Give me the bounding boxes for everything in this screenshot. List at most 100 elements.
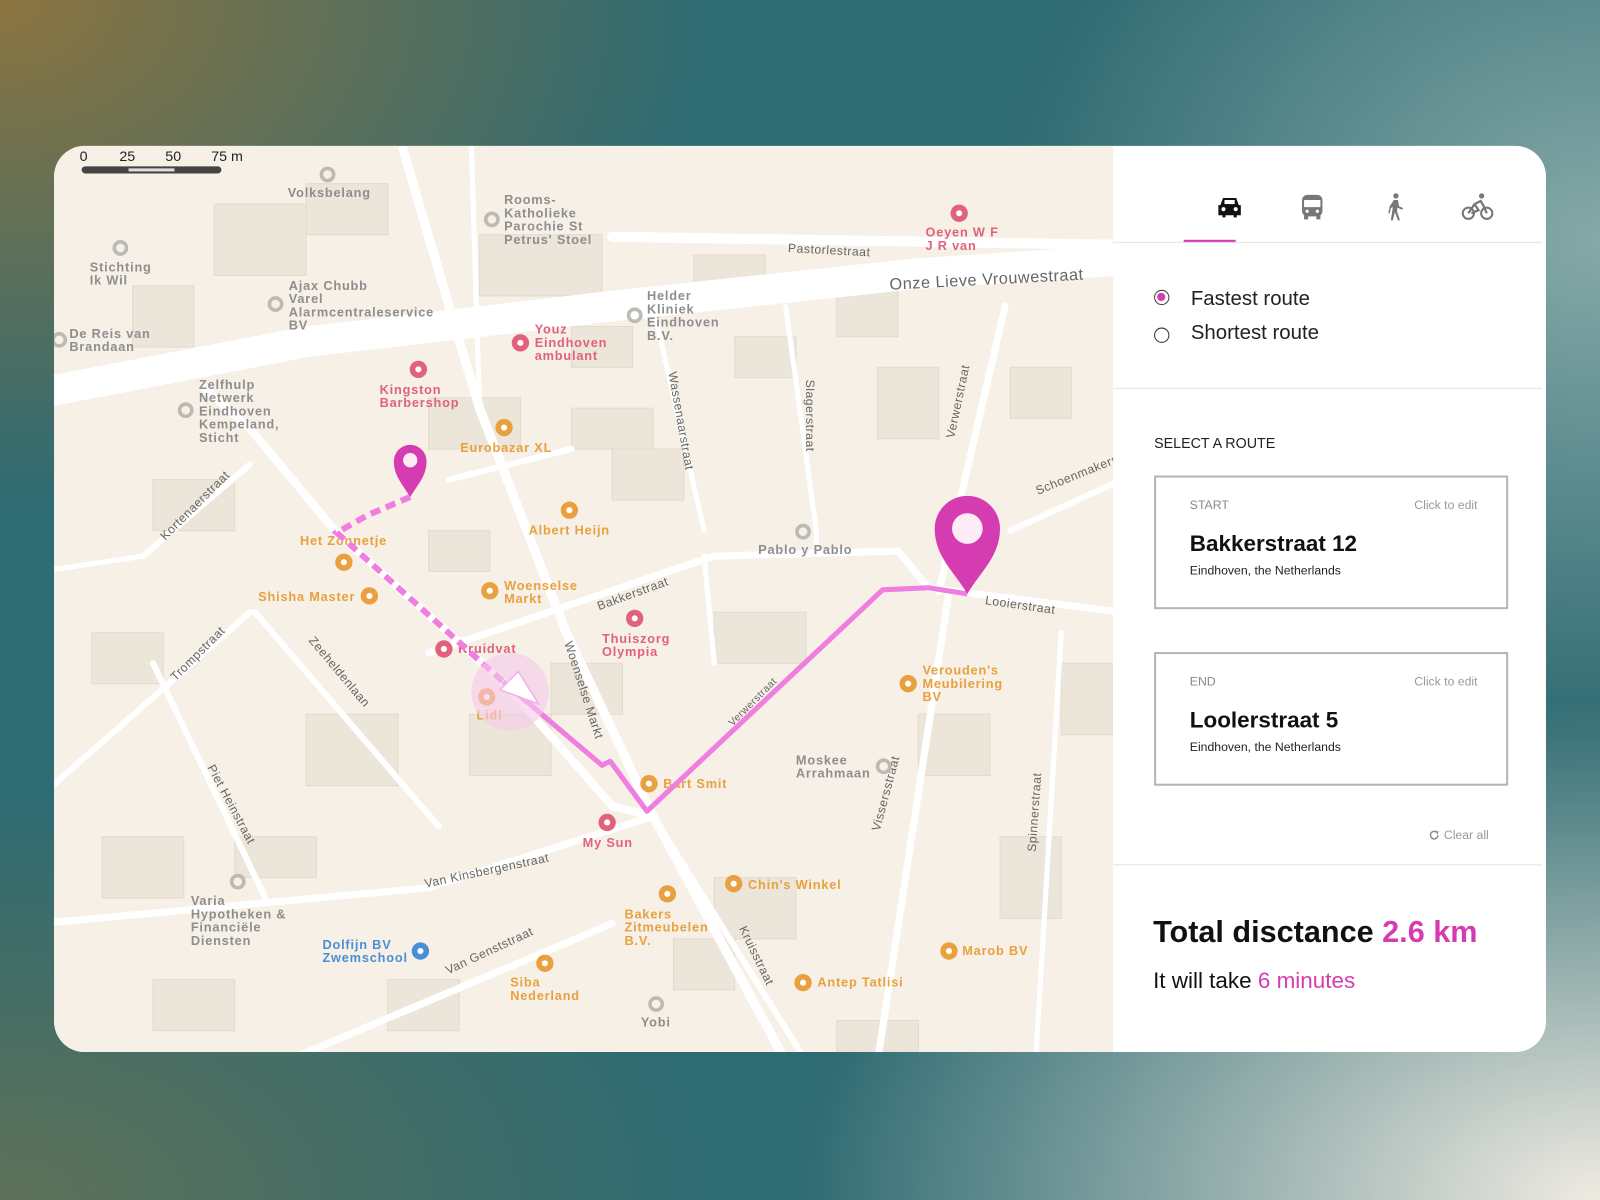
duration-value: 6 minutes xyxy=(1257,967,1356,993)
fastest-route-label[interactable]: Fastest route xyxy=(1191,288,1310,311)
place-icon xyxy=(648,996,665,1012)
divider xyxy=(1113,864,1542,866)
poi-glyph xyxy=(664,890,671,897)
building xyxy=(611,448,685,501)
end-subtitle: Eindhoven, the Netherlands xyxy=(1189,739,1341,755)
poi-glyph xyxy=(730,880,737,887)
tab-walk[interactable] xyxy=(1374,189,1415,226)
poi-marker[interactable]: Volksbelang xyxy=(288,166,371,200)
poi-label: Stichting Ik Wil xyxy=(90,259,152,287)
start-location-card[interactable]: START Click to edit Bakkerstraat 12 Eind… xyxy=(1154,475,1509,610)
poi-marker[interactable]: Pablo y Pablo xyxy=(758,523,852,558)
road xyxy=(54,553,146,573)
tab-bus[interactable] xyxy=(1292,189,1333,226)
scale-bar: 0 25 50 75 m xyxy=(80,149,243,174)
poi-marker[interactable]: Kingston Barbershop xyxy=(380,360,460,410)
poi-glyph xyxy=(566,507,573,514)
poi-marker[interactable]: Yobi xyxy=(641,996,671,1030)
section-title: SELECT A ROUTE xyxy=(1154,434,1276,452)
fastest-route-radio[interactable] xyxy=(1154,289,1170,306)
end-edit-link[interactable]: Click to edit xyxy=(1414,674,1477,688)
scale-tick: 50 xyxy=(165,149,181,165)
poi-glyph xyxy=(945,947,953,955)
start-subtitle: Eindhoven, the Netherlands xyxy=(1189,563,1341,578)
start-pin-icon[interactable] xyxy=(393,444,427,497)
road xyxy=(607,231,1114,250)
total-distance: Total disctance 2.6 km xyxy=(1153,915,1477,950)
poi-label: Zelfhulp Netwerk Eindhoven Kempeland, Sticht xyxy=(199,377,279,445)
end-location-card[interactable]: END Click to edit Loolerstraat 5 Eindhov… xyxy=(1154,652,1509,786)
poi-label: Chin's Winkel xyxy=(748,877,842,892)
poi-glyph xyxy=(486,587,493,594)
poi-marker[interactable]: Antep Tatlisi xyxy=(794,973,903,992)
route-planner-card: Onze Lieve Vrouwestraat Pastorlestraat Was… xyxy=(54,145,1546,1053)
route-panel: Fastest route Shortest route SELECT A RO… xyxy=(1113,145,1546,1053)
place-icon xyxy=(483,211,500,228)
end-key: END xyxy=(1189,674,1216,689)
street-label: Van Kinsbergenstraat xyxy=(423,851,550,891)
tab-bike[interactable] xyxy=(1457,189,1498,226)
map[interactable]: Onze Lieve Vrouwestraat Pastorlestraat Was… xyxy=(54,145,1114,1053)
poi-glyph xyxy=(645,780,653,787)
poi-glyph xyxy=(501,424,508,431)
refresh-icon xyxy=(1429,830,1439,840)
building xyxy=(713,611,807,664)
poi-marker[interactable]: De Reis van Brandaan xyxy=(54,326,151,354)
start-edit-link[interactable]: Click to edit xyxy=(1414,498,1477,512)
poi-label: Woenselse Markt xyxy=(504,578,578,606)
poi-label: Moskee Arrahmaan xyxy=(796,752,871,780)
shortest-route-radio[interactable] xyxy=(1154,327,1170,343)
poi-marker[interactable]: Shisha Master xyxy=(258,587,379,605)
clear-all-button[interactable]: Clear all xyxy=(1429,828,1489,842)
street-label: Van Genststraat xyxy=(443,924,535,977)
scale-tick: 0 xyxy=(80,149,88,165)
poi-label: Siba Nederland xyxy=(510,975,580,1003)
poi-marker[interactable]: Zelfhulp Netwerk Eindhoven Kempeland, Sticht xyxy=(177,377,280,445)
poi-marker[interactable]: Marob BV xyxy=(940,942,1028,960)
walk-icon xyxy=(1388,193,1404,221)
poi-label: Eurobazar XL xyxy=(460,440,552,455)
scale-tick: 25 xyxy=(119,149,135,165)
poi-glyph xyxy=(440,645,447,653)
place-icon xyxy=(54,331,68,348)
street-label: Verwerstraat xyxy=(727,676,780,729)
tab-car[interactable] xyxy=(1209,189,1250,226)
map-canvas[interactable]: Onze Lieve VrouwestraatPastorlestraatWas… xyxy=(54,145,1114,1053)
place-icon xyxy=(112,240,129,256)
street-label: Vissersstraat xyxy=(869,754,903,832)
total-distance-value: 2.6 km xyxy=(1382,915,1478,949)
poi-label: Thuiszorg Olympia xyxy=(602,631,670,659)
poi-label: De Reis van Brandaan xyxy=(69,326,150,354)
poi-marker[interactable]: Dolfijn BV Zwemschool xyxy=(322,937,430,965)
scale-tick: 75 m xyxy=(211,149,243,165)
poi-marker[interactable]: Verouden's Meubilering BV xyxy=(899,662,1002,704)
poi-glyph xyxy=(415,366,422,373)
bike-icon xyxy=(1461,193,1494,220)
poi-label: Yobi xyxy=(641,1015,671,1030)
building xyxy=(877,366,940,440)
poi-marker[interactable]: Stichting Ik Wil xyxy=(90,240,152,288)
poi-marker[interactable]: Woenselse Markt xyxy=(481,578,578,606)
street-label: Slagerstraat xyxy=(803,380,817,452)
end-title: Loolerstraat 5 xyxy=(1189,707,1339,733)
poi-marker[interactable]: Albert Heijn xyxy=(529,501,610,538)
poi-marker[interactable]: Varia Hypotheken & Financiële Diensten xyxy=(191,873,287,948)
divider xyxy=(1113,241,1542,243)
building xyxy=(91,632,164,685)
poi-marker[interactable]: Moskee Arrahmaan xyxy=(796,752,892,781)
building xyxy=(570,407,654,450)
duration: It will take 6 minutes xyxy=(1153,967,1355,994)
poi-glyph xyxy=(956,210,963,217)
poi-glyph xyxy=(366,592,373,599)
poi-glyph xyxy=(800,979,807,986)
shortest-route-label[interactable]: Shortest route xyxy=(1191,321,1319,344)
poi-label: Shisha Master xyxy=(258,589,355,604)
road xyxy=(252,609,442,830)
building xyxy=(428,530,491,572)
poi-glyph xyxy=(631,615,638,622)
poi-label: Dolfijn BV Zwemschool xyxy=(322,937,407,965)
start-key: START xyxy=(1189,497,1229,513)
poi-marker[interactable]: Thuiszorg Olympia xyxy=(602,609,670,659)
poi-glyph xyxy=(905,680,912,687)
building xyxy=(734,336,797,379)
